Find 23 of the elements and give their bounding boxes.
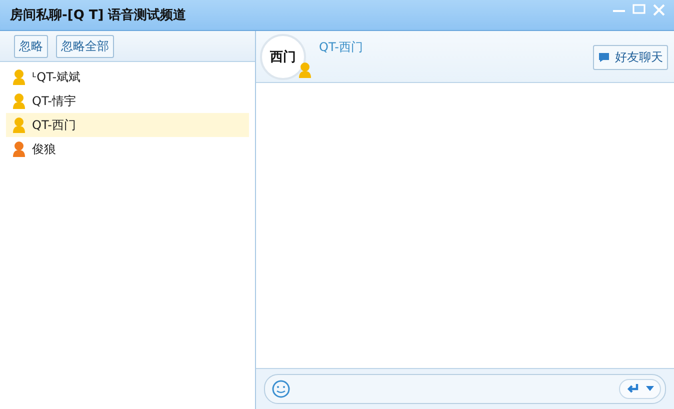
ignore-button[interactable]: 忽略全部 <box>56 34 114 58</box>
user-name: ᒻQT-斌斌 <box>32 68 81 86</box>
smiley-icon[interactable] <box>271 379 291 399</box>
user-list-item[interactable]: ᒻQT-斌斌 <box>6 65 249 89</box>
user-list-item[interactable]: QT-情宇 <box>6 89 249 113</box>
user-name: QT-西门 <box>32 116 76 134</box>
avatar-label: 西门 <box>270 48 296 66</box>
caret-icon[interactable] <box>646 386 654 392</box>
user-list-item[interactable]: 俊狼 <box>6 137 249 161</box>
ignore-button[interactable]: 忽略 <box>14 34 48 58</box>
message-input-field[interactable] <box>264 374 666 404</box>
user-name: 俊狼 <box>32 140 56 158</box>
close-icon[interactable] <box>652 4 666 16</box>
user-name: QT-情宇 <box>32 92 76 110</box>
user-list-item[interactable]: QT-西门 <box>6 113 249 137</box>
chat-bubble-icon <box>598 52 610 63</box>
contact-name: QT-西门 <box>319 39 364 56</box>
return-arrow-icon <box>626 383 640 395</box>
friend-chat-button[interactable]: 好友聊天 <box>593 45 668 70</box>
window-title: 房间私聊-[Q T] 语音测试频道 <box>10 6 186 24</box>
maximize-icon[interactable] <box>632 4 646 14</box>
send-button[interactable] <box>619 379 661 399</box>
user-icon <box>298 62 312 78</box>
